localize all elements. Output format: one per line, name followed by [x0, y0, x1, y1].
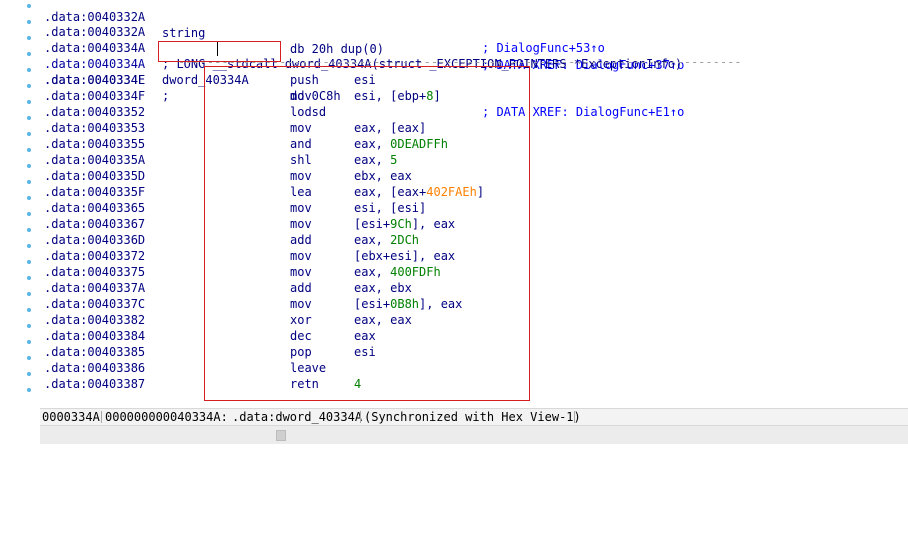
address: .data:00403353 [44, 121, 146, 135]
address: .data:00403352 [44, 105, 146, 119]
gutter-dot [27, 116, 31, 120]
address: .data:0040335F [44, 185, 146, 199]
address: .data:0040335D [44, 169, 146, 183]
gutter-dot [27, 164, 31, 168]
gutter-dot [27, 228, 31, 232]
status-bar: 0000334A 000000000040334A: .data:dword_4… [40, 408, 908, 425]
text-cursor [217, 42, 218, 56]
gutter-dot [27, 340, 31, 344]
status-separator [574, 411, 575, 423]
address: .data:00403384 [44, 329, 146, 343]
address: .data:00403387 [44, 377, 146, 391]
sync-status: (Synchronized with Hex View-1) [364, 410, 581, 424]
gutter-dot [27, 356, 31, 360]
gutter-dot [27, 4, 31, 8]
scrollbar-thumb[interactable] [276, 430, 286, 441]
address: .data:0040335A [44, 153, 146, 167]
address: .data:00403386 [44, 361, 146, 375]
gutter-dot [27, 20, 31, 24]
disassembly-listing[interactable]: .data:0040332A string db 20h dup(0) ; DA… [40, 0, 908, 408]
left-strip [0, 408, 40, 443]
gutter-dot [27, 180, 31, 184]
address: .data:00403385 [44, 345, 146, 359]
address: .data:00403367 [44, 217, 146, 231]
address: .data:0040334E [44, 73, 146, 87]
location-name: .data:dword_40334A [232, 410, 363, 424]
code-highlight-box [204, 66, 530, 401]
status-separator [101, 411, 102, 423]
gutter-dot [27, 244, 31, 248]
gutter-dot [27, 196, 31, 200]
virtual-address: 000000000040334A: [105, 410, 228, 424]
address: .data:00403372 [44, 249, 146, 263]
horizontal-scrollbar[interactable] [40, 425, 908, 444]
status-separator [360, 411, 361, 423]
address: .data:0040334F [44, 89, 146, 103]
symbol-highlight-box [158, 41, 281, 62]
file-offset: 0000334A [42, 410, 100, 424]
listing-line[interactable]: .data:0040334A ; LONG __stdcall dword_40… [40, 24, 900, 71]
gutter-dot [27, 308, 31, 312]
address: .data:00403382 [44, 313, 146, 327]
gutter-dot [27, 292, 31, 296]
address: .data:00403375 [44, 265, 146, 279]
gutter-dot [27, 212, 31, 216]
gutter [0, 0, 40, 408]
gutter-dot [27, 36, 31, 40]
gutter-dot [27, 388, 31, 392]
address: .data:0040336D [44, 233, 146, 247]
gutter-dot [27, 324, 31, 328]
gutter-dot [27, 100, 31, 104]
address: .data:00403365 [44, 201, 146, 215]
gutter-dot [27, 260, 31, 264]
gutter-dot [27, 52, 31, 56]
gutter-dot [27, 276, 31, 280]
address: .data:0040337C [44, 297, 146, 311]
address: .data:00403355 [44, 137, 146, 151]
gutter-dot [27, 148, 31, 152]
gutter-dot [27, 132, 31, 136]
gutter-dot [27, 68, 31, 72]
listing-line[interactable]: .data:0040332A ; DialogFunc+53↑o [40, 8, 900, 55]
address: .data:0040337A [44, 281, 146, 295]
gutter-dot [27, 84, 31, 88]
gutter-dot [27, 372, 31, 376]
